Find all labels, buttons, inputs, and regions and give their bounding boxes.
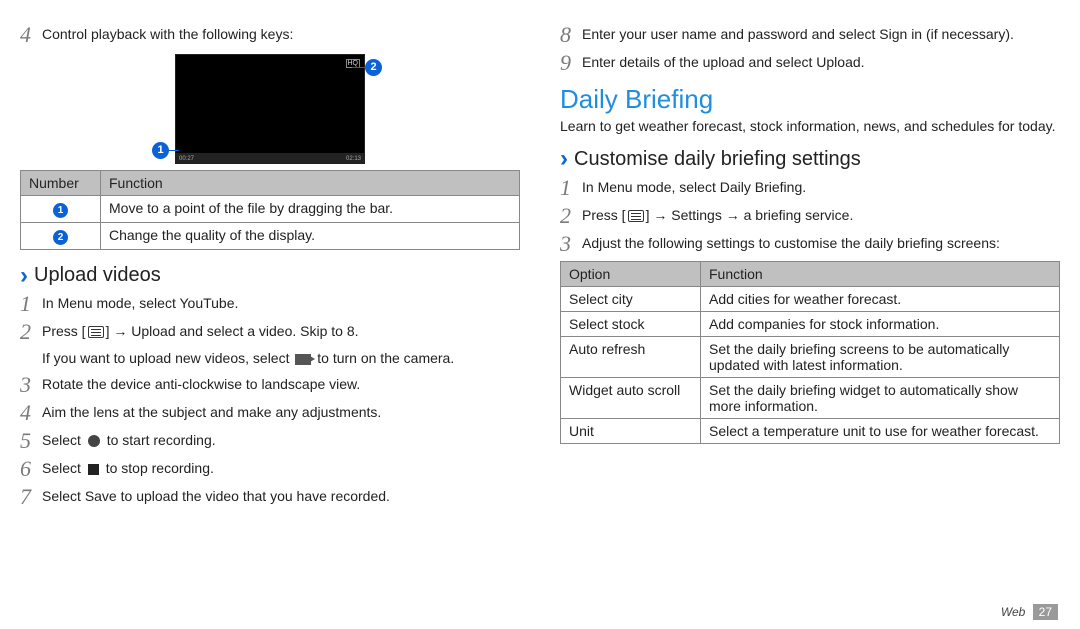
step-text: Press [] → Upload and select a video. Sk… [42, 321, 359, 341]
step-text: Select Save to upload the video that you… [42, 486, 390, 506]
table-cell: Unit [561, 418, 701, 443]
step-9: 9 Enter details of the upload and select… [560, 52, 1060, 74]
video-thumbnail-wrap: HQ 00:27 02:13 1 2 [130, 54, 410, 164]
section-label: Web [1001, 605, 1025, 619]
step-1: 1 In Menu mode, select YouTube. [20, 293, 520, 315]
step-number: 8 [560, 24, 582, 46]
db-step-2: 2 Press [] → Settings → a briefing servi… [560, 205, 1060, 227]
page-footer: Web 27 [1001, 605, 1058, 619]
time-elapsed: 00:27 [179, 156, 194, 162]
table-cell: 2 [21, 223, 101, 250]
callout-2: 2 [365, 59, 382, 76]
table-cell: Add cities for weather forecast. [701, 286, 1060, 311]
step-number: 4 [20, 402, 42, 424]
table-cell: Move to a point of the file by dragging … [101, 196, 520, 223]
left-column: 4 Control playback with the following ke… [20, 18, 520, 617]
step-text: Adjust the following settings to customi… [582, 233, 1000, 253]
step-8: 8 Enter your user name and password and … [560, 24, 1060, 46]
step-text: In Menu mode, select YouTube. [42, 293, 238, 313]
table-head-option: Option [561, 261, 701, 286]
time-total: 02:13 [346, 156, 361, 162]
table-cell: 1 [21, 196, 101, 223]
step-number: 5 [20, 430, 42, 452]
db-step-1: 1 In Menu mode, select Daily Briefing. [560, 177, 1060, 199]
menu-icon [628, 210, 644, 222]
step-number: 7 [20, 486, 42, 508]
step-text: Select to stop recording. [42, 458, 214, 478]
step-number: 1 [20, 293, 42, 315]
table-row: Widget auto scroll Set the daily briefin… [561, 377, 1060, 418]
table-row: 2 Change the quality of the display. [21, 223, 520, 250]
page-number: 27 [1033, 604, 1058, 620]
table-cell: Widget auto scroll [561, 377, 701, 418]
record-icon [88, 435, 100, 447]
step-number: 1 [560, 177, 582, 199]
video-thumbnail: HQ 00:27 02:13 [175, 54, 365, 164]
table-row: Auto refresh Set the daily briefing scre… [561, 336, 1060, 377]
daily-briefing-intro: Learn to get weather forecast, stock inf… [560, 117, 1060, 136]
table-row: Select stock Add companies for stock inf… [561, 311, 1060, 336]
right-column: 8 Enter your user name and password and … [560, 18, 1060, 617]
table-row: Select city Add cities for weather forec… [561, 286, 1060, 311]
table-head-function: Function [101, 171, 520, 196]
step-text: Rotate the device anti-clockwise to land… [42, 374, 360, 394]
table-cell: Select a temperature unit to use for wea… [701, 418, 1060, 443]
playback-keys-table: Number Function 1 Move to a point of the… [20, 170, 520, 250]
progress-bar [176, 153, 364, 163]
camera-icon [295, 354, 311, 365]
callout-1: 1 [152, 142, 169, 159]
table-head-function: Function [701, 261, 1060, 286]
step-number: 3 [560, 233, 582, 255]
step-number: 6 [20, 458, 42, 480]
step-number: 9 [560, 52, 582, 74]
page: 4 Control playback with the following ke… [0, 0, 1080, 629]
briefing-settings-table: Option Function Select city Add cities f… [560, 261, 1060, 444]
step-number: 4 [20, 24, 42, 46]
step-text: Enter details of the upload and select U… [582, 52, 865, 72]
step-2-note: If you want to upload new videos, select… [42, 349, 520, 368]
step-4: 4 Aim the lens at the subject and make a… [20, 402, 520, 424]
table-cell: Set the daily briefing screens to be aut… [701, 336, 1060, 377]
step-text: Enter your user name and password and se… [582, 24, 1014, 44]
table-row: 1 Move to a point of the file by draggin… [21, 196, 520, 223]
step-7: 7 Select Save to upload the video that y… [20, 486, 520, 508]
step-text: Select to start recording. [42, 430, 216, 450]
step-3: 3 Rotate the device anti-clockwise to la… [20, 374, 520, 396]
table-cell: Add companies for stock information. [701, 311, 1060, 336]
step-number: 3 [20, 374, 42, 396]
step-2: 2 Press [] → Upload and select a video. … [20, 321, 520, 343]
callout-line-2 [352, 67, 365, 68]
db-step-3: 3 Adjust the following settings to custo… [560, 233, 1060, 255]
callout-line-1 [169, 150, 179, 151]
table-head-number: Number [21, 171, 101, 196]
daily-briefing-heading: Daily Briefing [560, 84, 1060, 115]
step-6: 6 Select to stop recording. [20, 458, 520, 480]
table-cell: Set the daily briefing widget to automat… [701, 377, 1060, 418]
table-cell: Change the quality of the display. [101, 223, 520, 250]
step-text: Aim the lens at the subject and make any… [42, 402, 381, 422]
step-text: In Menu mode, select Daily Briefing. [582, 177, 806, 197]
step-4-playback: 4 Control playback with the following ke… [20, 24, 520, 46]
step-text: Control playback with the following keys… [42, 24, 293, 44]
table-cell: Auto refresh [561, 336, 701, 377]
upload-videos-heading: Upload videos [20, 264, 520, 287]
table-cell: Select stock [561, 311, 701, 336]
table-cell: Select city [561, 286, 701, 311]
step-text: Press [] → Settings → a briefing service… [582, 205, 853, 225]
step-number: 2 [20, 321, 42, 343]
step-number: 2 [560, 205, 582, 227]
customise-heading: Customise daily briefing settings [560, 148, 1060, 171]
step-5: 5 Select to start recording. [20, 430, 520, 452]
menu-icon [88, 326, 104, 338]
table-row: Unit Select a temperature unit to use fo… [561, 418, 1060, 443]
stop-icon [88, 464, 99, 475]
